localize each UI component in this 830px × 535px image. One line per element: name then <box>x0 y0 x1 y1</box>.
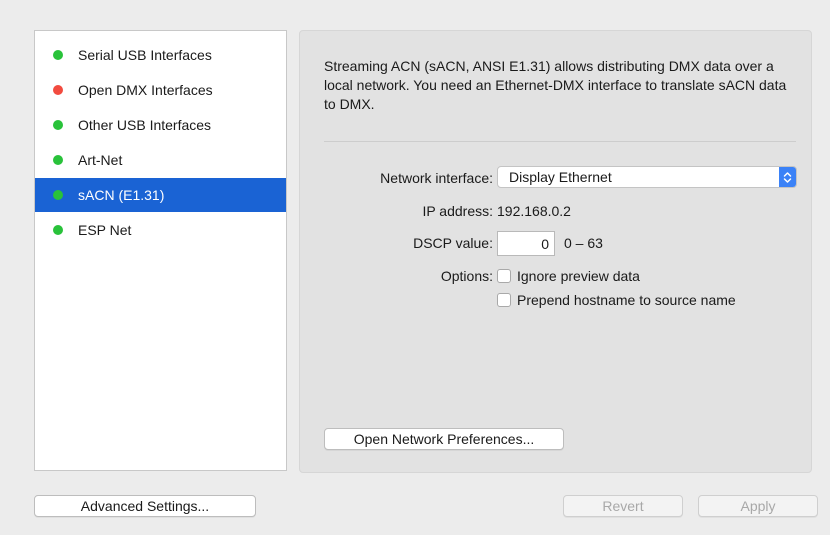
sidebar-item-label: ESP Net <box>78 222 132 238</box>
ip-address-value: 192.168.0.2 <box>497 203 571 219</box>
sidebar-item-serial-usb[interactable]: Serial USB Interfaces <box>35 38 286 72</box>
sacn-settings-panel: Streaming ACN (sACN, ANSI E1.31) allows … <box>299 30 812 473</box>
ignore-preview-checkbox-row[interactable]: Ignore preview data <box>497 268 640 284</box>
open-network-preferences-button[interactable]: Open Network Preferences... <box>324 428 564 450</box>
options-label: Options: <box>440 268 493 284</box>
sidebar-item-label: sACN (E1.31) <box>78 187 165 203</box>
prepend-hostname-checkbox-row[interactable]: Prepend hostname to source name <box>497 292 736 308</box>
sidebar-item-open-dmx[interactable]: Open DMX Interfaces <box>35 73 286 107</box>
status-dot-icon <box>53 155 63 165</box>
revert-button[interactable]: Revert <box>563 495 683 517</box>
network-interface-value: Display Ethernet <box>509 169 612 185</box>
sidebar-item-label: Serial USB Interfaces <box>78 47 212 63</box>
network-interface-label: Network interface: <box>380 170 493 186</box>
sidebar-item-sacn[interactable]: sACN (E1.31) <box>35 178 286 212</box>
ip-address-label: IP address: <box>422 203 493 219</box>
apply-button[interactable]: Apply <box>698 495 818 517</box>
status-dot-icon <box>53 50 63 60</box>
dscp-value-field[interactable] <box>497 231 555 256</box>
ignore-preview-checkbox[interactable] <box>497 269 511 283</box>
dscp-label: DSCP value: <box>413 235 493 251</box>
network-interface-select[interactable]: Display Ethernet <box>497 166 797 188</box>
sidebar-item-label: Other USB Interfaces <box>78 117 212 133</box>
panel-description: Streaming ACN (sACN, ANSI E1.31) allows … <box>324 58 787 112</box>
up-down-chevron-icon <box>779 167 796 187</box>
prepend-hostname-checkbox[interactable] <box>497 293 511 307</box>
status-dot-icon <box>53 190 63 200</box>
chevron-updown-svg <box>783 171 792 183</box>
sidebar-item-esp-net[interactable]: ESP Net <box>35 213 286 247</box>
sidebar-item-label: Art-Net <box>78 152 123 168</box>
interface-type-list[interactable]: Serial USB Interfaces Open DMX Interface… <box>34 30 287 471</box>
sidebar-item-other-usb[interactable]: Other USB Interfaces <box>35 108 286 142</box>
prepend-hostname-label: Prepend hostname to source name <box>517 292 736 308</box>
dscp-range: 0 – 63 <box>564 235 603 251</box>
status-dot-icon <box>53 225 63 235</box>
sidebar-item-label: Open DMX Interfaces <box>78 82 213 98</box>
status-dot-icon <box>53 120 63 130</box>
advanced-settings-button[interactable]: Advanced Settings... <box>34 495 256 517</box>
status-dot-icon <box>53 85 63 95</box>
separator <box>324 141 796 142</box>
preferences-window: Serial USB Interfaces Open DMX Interface… <box>0 0 830 535</box>
ignore-preview-label: Ignore preview data <box>517 268 640 284</box>
sidebar-item-art-net[interactable]: Art-Net <box>35 143 286 177</box>
